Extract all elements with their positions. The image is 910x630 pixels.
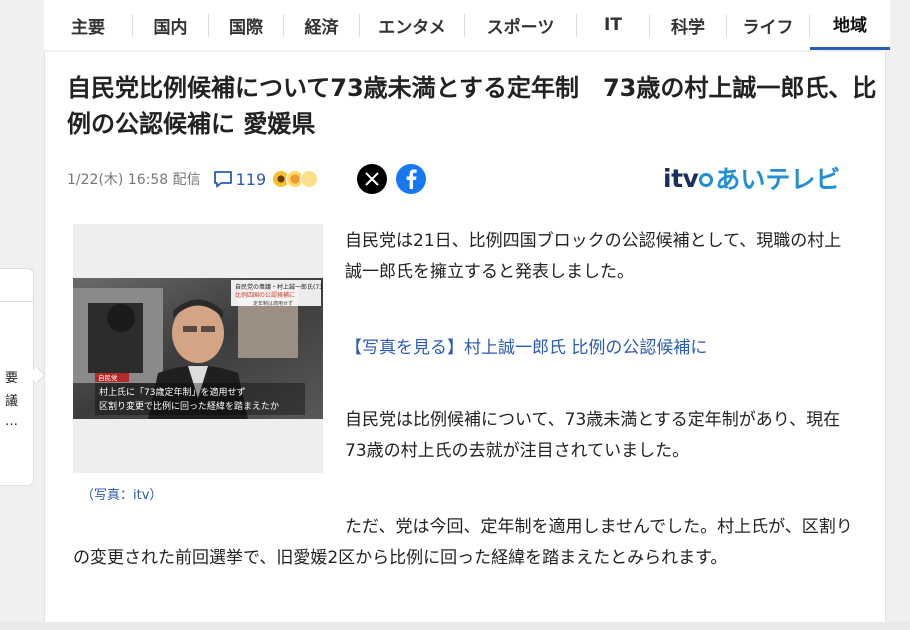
smile-reaction-icon (300, 170, 319, 188)
share-facebook-button[interactable] (396, 164, 426, 194)
overlay-text: 比例四国の公認候補に (235, 291, 295, 299)
brand-mark-icon (699, 173, 714, 187)
comments-link[interactable]: 119 (213, 169, 267, 189)
overlay-subtitle: 区割り変更で比例に回った経緯を踏まえたか (99, 400, 279, 412)
nav-tab-economy[interactable]: 経済 (284, 0, 359, 50)
nav-tab-science[interactable]: 科学 (650, 0, 726, 50)
related-card-text: 要 (4, 371, 18, 386)
comment-count: 119 (235, 169, 267, 189)
related-card-text: … (5, 414, 18, 429)
body-paragraph: ただ、党は今回、定年制を適用しませんでした。村上氏が、区割りの変更された前回選挙… (73, 517, 853, 568)
overlay-text: 定年制は適用せず (253, 300, 293, 307)
nav-tab-local[interactable]: 地域 (810, 0, 890, 50)
media-brand-logo[interactable]: itv あいテレビ (663, 160, 840, 196)
brand-itv: itv (663, 163, 699, 193)
related-card-text: 議 (4, 394, 18, 409)
nav-tab-domestic[interactable]: 国内 (133, 0, 208, 50)
news-photo-graphic: 自民党の衆議・村上誠一郎氏(73) 比例四国の公認候補に 定年制は適用せず 自民… (73, 278, 323, 419)
bottom-scroll-edge (0, 622, 910, 630)
nav-tab-it[interactable]: IT (577, 0, 649, 50)
nav-tab-sports[interactable]: スポーツ (465, 0, 576, 50)
related-article-card[interactable]: 要 議 … (0, 268, 34, 486)
article: 自民党比例候補について73歳未満とする定年制 73歳の村上誠一郎氏、比例の公認候… (44, 52, 886, 630)
overlay-subtitle: 村上氏に「73歳定年制」を適用せず (99, 386, 245, 398)
brand-name: あいテレビ (715, 165, 841, 194)
share-x-button[interactable] (357, 164, 387, 194)
comment-icon (213, 171, 232, 188)
nav-tab-main[interactable]: 主要 (44, 0, 132, 50)
category-nav: 主要 国内 国際 経済 エンタメ スポーツ IT 科学 ライフ 地域 (44, 0, 890, 50)
facebook-icon (406, 169, 417, 189)
body-paragraph: 自民党は21日、比例四国ブロックの公認候補として、現職の村上誠一郎氏を擁立すると… (345, 231, 842, 282)
nav-tab-world[interactable]: 国際 (209, 0, 283, 50)
overlay-party-tag: 自民党 (98, 373, 118, 382)
nav-tab-life[interactable]: ライフ (727, 0, 809, 50)
reactions[interactable] (272, 170, 319, 188)
body-paragraph: 自民党は比例候補について、73歳未満とする定年制があり、現在73歳の村上氏の去就… (345, 410, 841, 461)
article-photo[interactable]: 自民党の衆議・村上誠一郎氏(73) 比例四国の公認候補に 定年制は適用せず 自民… (73, 224, 323, 473)
card-divider (0, 301, 33, 302)
publish-date: 1/22(木) 16:58 配信 (67, 172, 201, 188)
article-title: 自民党比例候補について73歳未満とする定年制 73歳の村上誠一郎氏、比例の公認候… (67, 74, 877, 138)
nav-tab-entertainment[interactable]: エンタメ (360, 0, 464, 50)
photo-image: 自民党の衆議・村上誠一郎氏(73) 比例四国の公認候補に 定年制は適用せず 自民… (73, 278, 323, 419)
photo-caption: （写真：itv） (81, 488, 163, 503)
x-logo-icon (365, 172, 379, 186)
photo-gallery-link[interactable]: 【写真を見る】村上誠一郎氏 比例の公認候補に (345, 333, 707, 364)
article-meta: 1/22(木) 16:58 配信 119 (67, 167, 319, 191)
overlay-text: 自民党の衆議・村上誠一郎氏(73) (235, 283, 323, 291)
